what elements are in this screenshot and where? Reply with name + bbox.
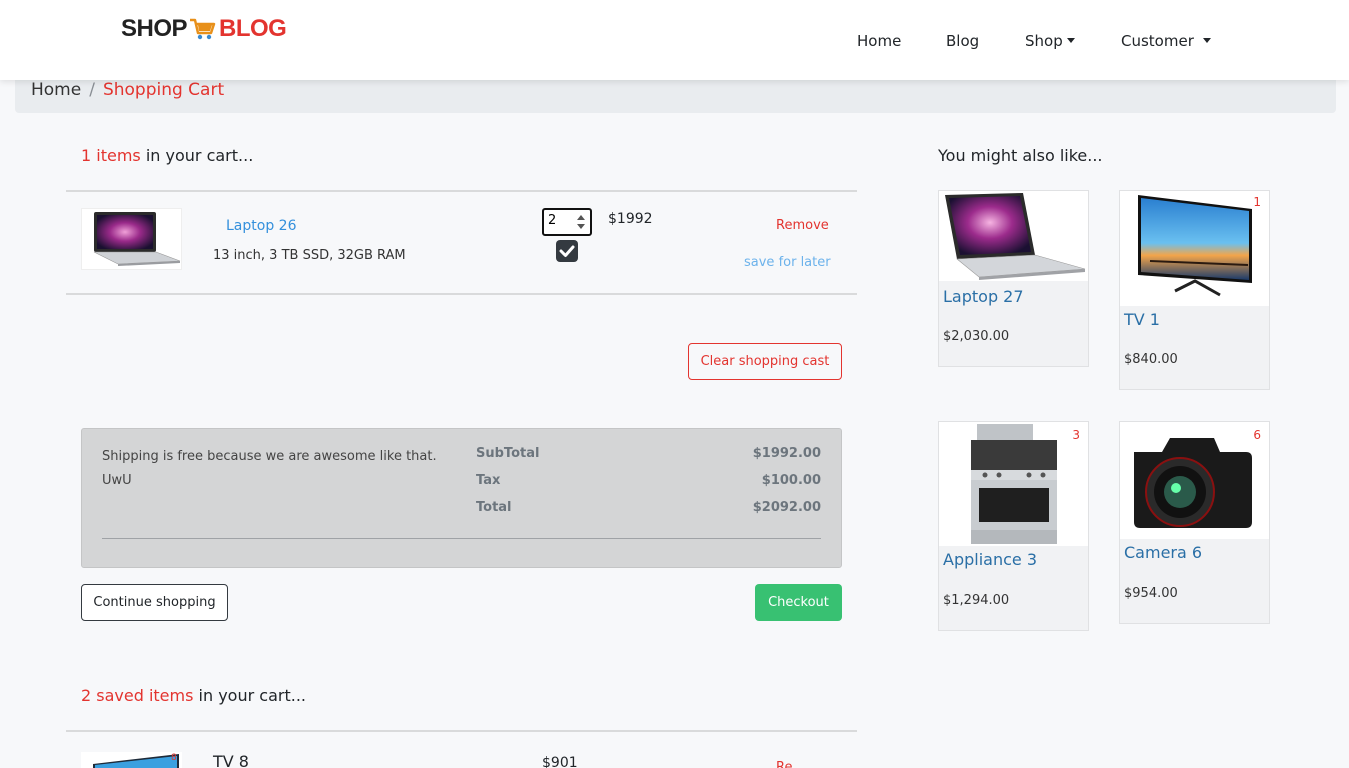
product-price: $2,030.00: [943, 329, 1010, 344]
saved-item-name[interactable]: TV 8: [213, 752, 249, 768]
divider: [66, 730, 857, 732]
product-card[interactable]: 3 Appliance 3 $1,294.00: [938, 421, 1089, 631]
product-badge: 6: [1253, 428, 1261, 442]
cart-item-description: 13 inch, 3 TB SSD, 32GB RAM: [213, 248, 406, 263]
brand-logo[interactable]: SHOP BLOG: [121, 15, 287, 43]
product-name[interactable]: Laptop 27: [943, 287, 1024, 306]
nav-home-link[interactable]: Home: [857, 32, 901, 50]
saved-item-badge: 8: [171, 753, 177, 763]
spin-down-icon[interactable]: [577, 224, 585, 229]
nav-shop-dropdown[interactable]: Shop: [1025, 32, 1075, 50]
checkmark-icon: [559, 245, 575, 257]
saved-item-thumbnail[interactable]: 8: [81, 752, 182, 768]
total-label: Total: [476, 500, 512, 515]
saved-count: 2 saved items: [81, 686, 194, 705]
brand-shop-text: SHOP: [121, 15, 188, 42]
nav-customer-dropdown[interactable]: Customer: [1121, 32, 1211, 50]
subtotal-value: $1992.00: [752, 446, 821, 461]
divider: [66, 190, 857, 192]
total-value: $2092.00: [752, 500, 821, 515]
product-price: $1,294.00: [943, 593, 1010, 608]
quantity-spinner[interactable]: [576, 213, 586, 231]
product-price: $840.00: [1124, 352, 1178, 367]
product-card[interactable]: 1 TV 1 $840.00: [1119, 190, 1270, 390]
nav-customer-label: Customer: [1121, 32, 1194, 50]
subtotal-label: SubTotal: [476, 446, 540, 461]
clear-cart-button[interactable]: Clear shopping cast: [688, 343, 842, 380]
laptop-image: [93, 212, 181, 266]
product-name[interactable]: TV 1: [1124, 310, 1160, 329]
continue-shopping-button[interactable]: Continue shopping: [81, 584, 228, 621]
product-image: 3: [939, 422, 1088, 546]
divider: [66, 293, 857, 295]
totals-panel: Shipping is free because we are awesome …: [81, 428, 842, 568]
breadcrumb-separator: /: [89, 80, 95, 100]
product-name[interactable]: Camera 6: [1124, 543, 1202, 562]
cart-item-price: $1992: [608, 211, 653, 227]
product-card[interactable]: 6 Camera 6 $954.00: [1119, 421, 1270, 624]
nav-blog-link[interactable]: Blog: [946, 32, 979, 50]
item-checkbox[interactable]: [556, 240, 578, 262]
product-name[interactable]: Appliance 3: [943, 550, 1037, 569]
stove-image: [971, 424, 1057, 544]
product-price: $954.00: [1124, 586, 1178, 601]
cart-count: 1 items: [81, 146, 141, 165]
tax-value: $100.00: [761, 473, 821, 488]
product-image: [939, 191, 1088, 281]
camera-image: [1134, 438, 1252, 528]
quantity-value: 2: [548, 213, 557, 228]
breadcrumb-current: Shopping Cart: [102, 80, 225, 100]
save-for-later-link[interactable]: save for later: [744, 255, 831, 270]
spin-up-icon[interactable]: [577, 215, 585, 220]
shopping-cart-icon: [190, 18, 216, 40]
breadcrumb-home-link[interactable]: Home: [31, 80, 81, 100]
product-card[interactable]: Laptop 27 $2,030.00: [938, 190, 1089, 367]
cart-heading-suffix: in your cart...: [140, 146, 254, 165]
caret-down-icon: [1066, 38, 1075, 43]
tv-image: [1138, 195, 1252, 297]
remove-link[interactable]: Remove: [776, 218, 829, 233]
product-image: 1: [1120, 191, 1269, 306]
cart-heading: 1 items in your cart...: [81, 146, 253, 165]
laptop-image: [945, 193, 1086, 280]
shipping-note: Shipping is free because we are awesome …: [102, 449, 437, 488]
cart-item-thumbnail[interactable]: [81, 208, 182, 270]
quantity-stepper[interactable]: 2: [542, 208, 592, 236]
cart-item-name[interactable]: Laptop 26: [226, 218, 296, 234]
product-badge: 3: [1072, 428, 1080, 442]
product-badge: 1: [1253, 195, 1261, 209]
saved-heading: 2 saved items in your cart...: [81, 686, 306, 705]
recommendations-title: You might also like...: [938, 146, 1103, 165]
saved-heading-suffix: in your cart...: [193, 686, 306, 705]
checkout-button[interactable]: Checkout: [755, 584, 842, 621]
divider: [102, 538, 821, 539]
brand-blog-text: BLOG: [219, 15, 287, 42]
caret-down-icon: [1202, 38, 1211, 43]
saved-item-price: $901: [542, 755, 578, 768]
saved-remove-link[interactable]: Re: [776, 760, 792, 768]
navbar: SHOP BLOG Home Blog Shop Customer: [0, 0, 1349, 80]
tv-image: [93, 754, 179, 768]
product-image: 6: [1120, 422, 1269, 539]
nav-shop-label: Shop: [1025, 32, 1063, 50]
tax-label: Tax: [476, 473, 501, 488]
